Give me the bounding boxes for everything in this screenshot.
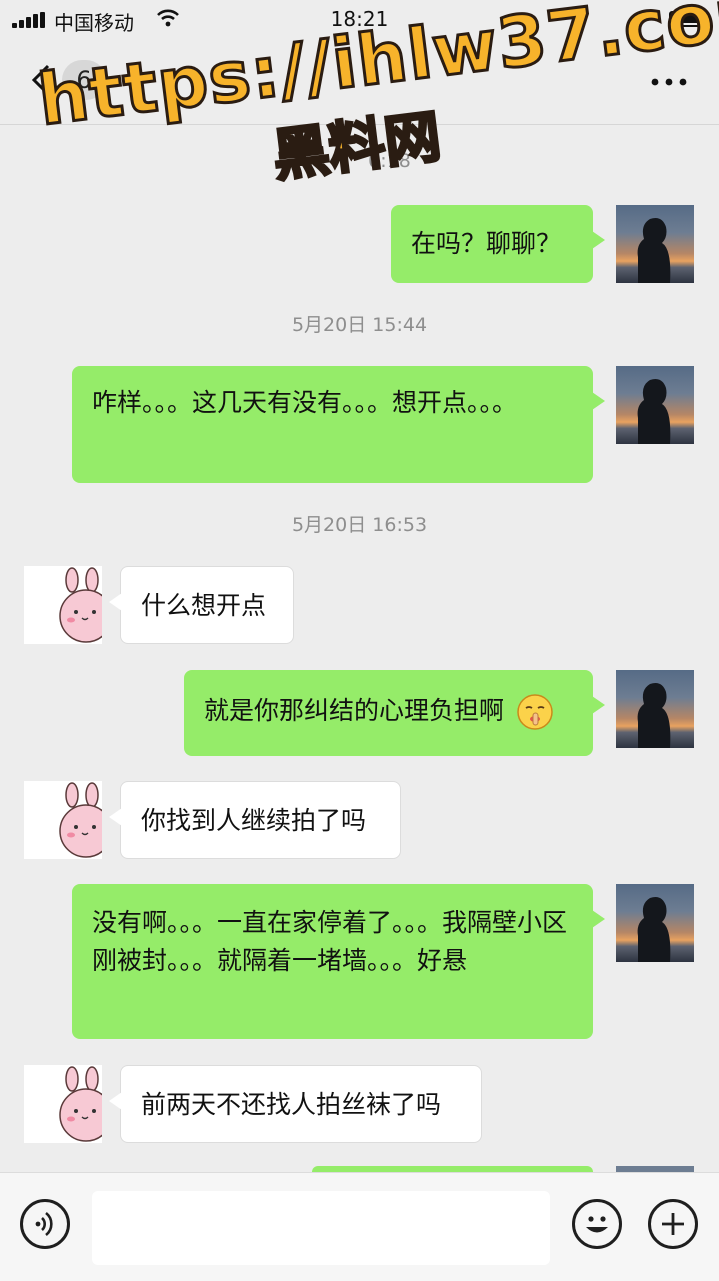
message-text: 没有啊。。。一直在家停着了。。。我隔壁小区刚被封。。。就隔着一堵墙。。。好悬	[92, 908, 568, 975]
my-avatar[interactable]	[616, 884, 694, 962]
message-text: 前两天不还找人拍丝袜了吗	[141, 1090, 442, 1119]
chat-header: 6	[0, 40, 719, 125]
voice-icon[interactable]	[20, 1199, 70, 1249]
message-text: 就是你那纠结的心理负担啊	[204, 696, 505, 725]
message-bubble-peer[interactable]: 前两天不还找人拍丝袜了吗	[109, 1065, 482, 1143]
timestamp: 5月20日 15:44	[291, 314, 428, 336]
message-bubble-peer[interactable]: 你找到人继续拍了吗	[109, 781, 401, 859]
message-bubble-me[interactable]: 在吗？聊聊？	[391, 205, 605, 283]
peer-avatar[interactable]	[24, 781, 102, 859]
unread-count-badge[interactable]: 6	[62, 60, 106, 100]
message-bubble-me[interactable]: 就是你那纠结的心理负担啊	[184, 670, 605, 756]
message-text: 你找到人继续拍了吗	[141, 806, 367, 835]
input-bar	[0, 1172, 719, 1281]
message-bubble-me[interactable]: 咋样。。。这几天有没有。。。想开点。。。	[72, 366, 605, 483]
message-bubble-me[interactable]: 没有啊。。。一直在家停着了。。。我隔壁小区刚被封。。。就隔着一堵墙。。。好悬	[72, 884, 605, 1039]
peer-avatar[interactable]	[24, 1065, 102, 1143]
battery-icon	[669, 11, 708, 27]
peer-avatar[interactable]	[24, 566, 102, 644]
status-time: 18:21	[330, 7, 389, 31]
timestamp-partial: 0:18	[368, 150, 411, 172]
emoji-icon[interactable]	[572, 1199, 622, 1249]
more-dots-icon[interactable]	[651, 78, 687, 86]
plus-icon[interactable]	[648, 1199, 698, 1249]
message-bubble-peer[interactable]: 什么想开点	[109, 566, 294, 644]
my-avatar[interactable]	[616, 670, 694, 748]
my-avatar[interactable]	[616, 366, 694, 444]
message-text: 在吗？聊聊？	[411, 229, 562, 258]
message-text: 什么想开点	[141, 591, 267, 620]
message-input[interactable]	[92, 1191, 550, 1265]
chevron-left-icon[interactable]	[28, 62, 56, 98]
my-avatar[interactable]	[616, 205, 694, 283]
shushing-face-emoji	[517, 694, 553, 730]
timestamp: 5月20日 16:53	[291, 514, 428, 536]
message-text: 咋样。。。这几天有没有。。。想开点。。。	[92, 388, 518, 417]
status-bar: 中国移动 18:21	[0, 0, 719, 40]
